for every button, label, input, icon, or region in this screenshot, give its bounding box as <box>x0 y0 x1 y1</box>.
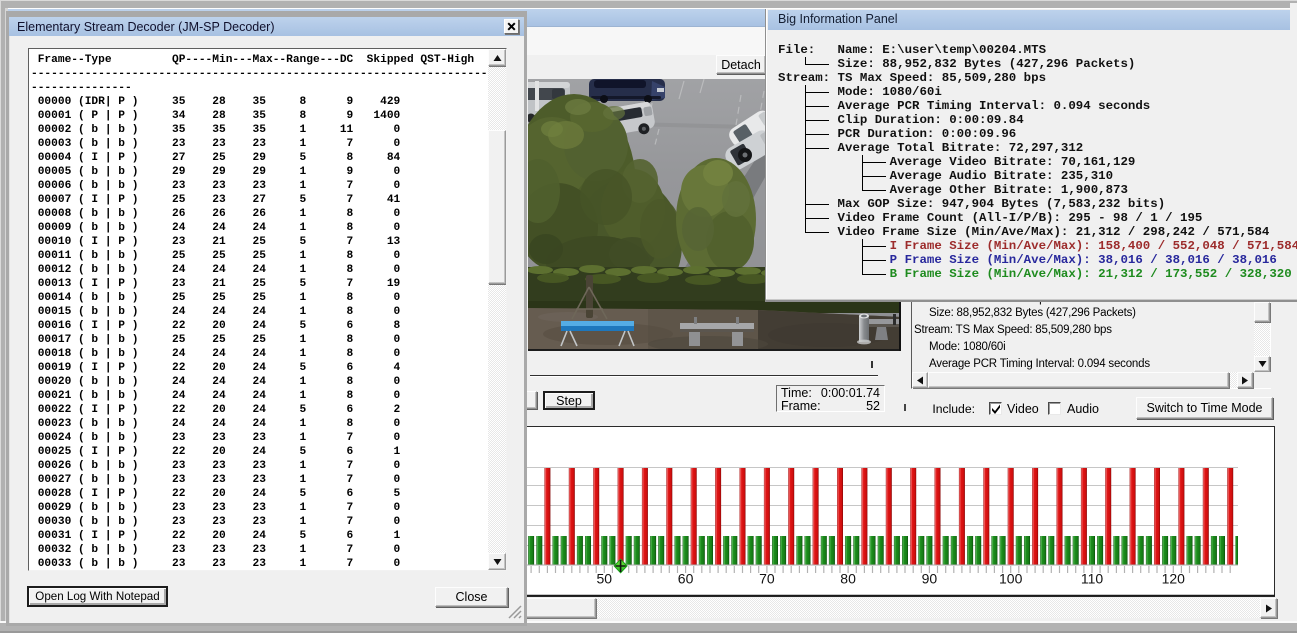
svg-text:60: 60 <box>678 571 694 587</box>
svg-text:100: 100 <box>999 571 1023 587</box>
svg-text:120: 120 <box>1162 571 1186 587</box>
svg-text:50: 50 <box>597 571 613 587</box>
svg-text:110: 110 <box>1081 571 1104 587</box>
svg-text:90: 90 <box>922 571 938 587</box>
svg-text:70: 70 <box>759 571 775 587</box>
svg-text:80: 80 <box>840 571 856 587</box>
